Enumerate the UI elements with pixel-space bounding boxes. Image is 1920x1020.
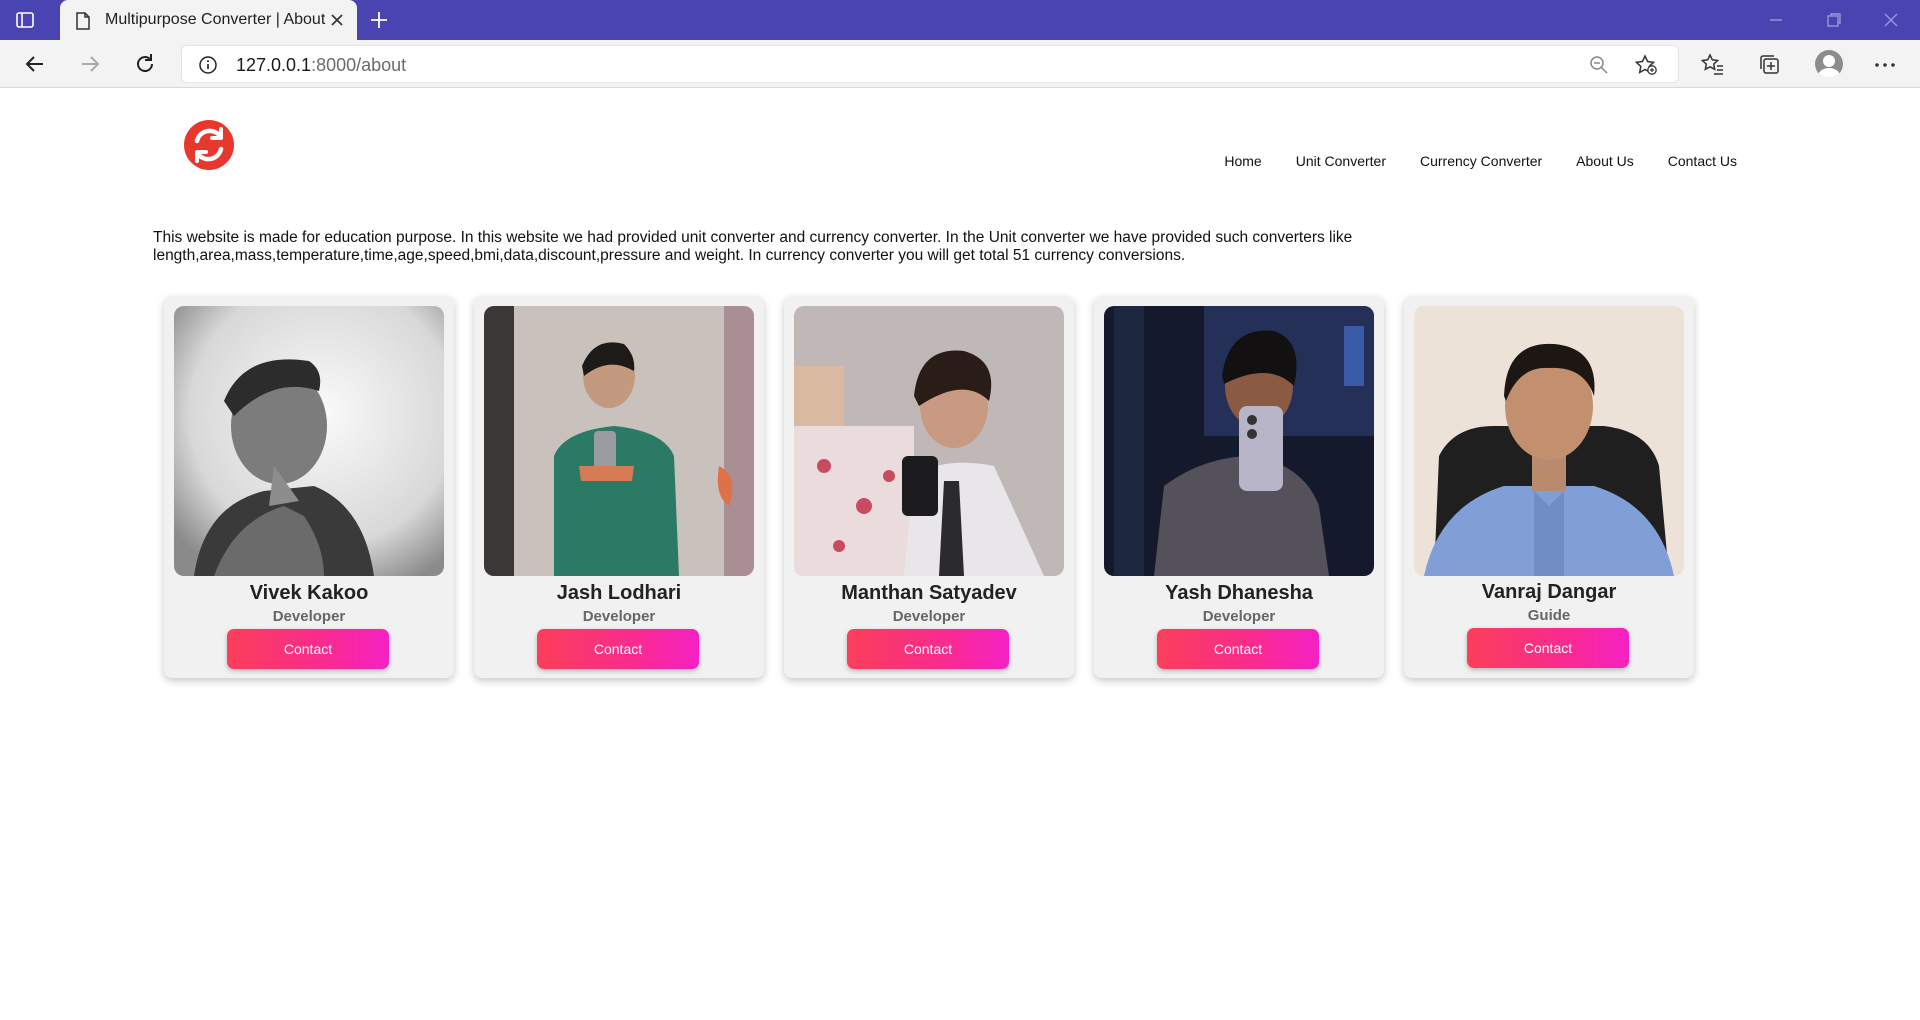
nav-about-us[interactable]: About Us bbox=[1576, 153, 1634, 169]
tab-title: Multipurpose Converter | About bbox=[105, 11, 326, 28]
member-photo bbox=[794, 306, 1064, 576]
member-role: Guide bbox=[1527, 607, 1571, 624]
team-cards: Vivek Kakoo Developer Contact Jash Lodha… bbox=[164, 296, 1694, 678]
member-name: Vanraj Dangar bbox=[1481, 581, 1617, 603]
member-role: Developer bbox=[892, 608, 966, 625]
member-role: Developer bbox=[582, 608, 656, 625]
contact-button[interactable]: Contact bbox=[847, 629, 1009, 669]
profile-avatar-icon[interactable] bbox=[1815, 50, 1843, 78]
close-window-icon[interactable] bbox=[1880, 9, 1902, 31]
browser-tab-active[interactable]: Multipurpose Converter | About bbox=[60, 0, 357, 40]
refresh-icon[interactable] bbox=[131, 50, 159, 78]
site-info-icon[interactable] bbox=[198, 55, 218, 80]
contact-button[interactable]: Contact bbox=[227, 629, 389, 669]
tab-actions-icon[interactable] bbox=[14, 9, 36, 31]
favorites-icon[interactable] bbox=[1700, 52, 1726, 78]
page-icon bbox=[74, 11, 92, 36]
add-favorite-icon[interactable] bbox=[1634, 54, 1658, 81]
page-content: Home Unit Converter Currency Converter A… bbox=[0, 89, 1920, 1020]
team-card: Vivek Kakoo Developer Contact bbox=[164, 296, 454, 678]
address-bar[interactable]: 127.0.0.1:8000/about bbox=[181, 45, 1679, 83]
member-photo bbox=[174, 306, 444, 576]
member-name: Manthan Satyadev bbox=[841, 582, 1017, 604]
url-text[interactable]: 127.0.0.1:8000/about bbox=[236, 55, 406, 76]
tab-close-icon[interactable] bbox=[328, 11, 346, 34]
member-name: Vivek Kakoo bbox=[249, 582, 369, 604]
forward-icon[interactable] bbox=[76, 50, 104, 78]
team-card: Manthan Satyadev Developer Contact bbox=[784, 296, 1074, 678]
team-card: Vanraj Dangar Guide Contact bbox=[1404, 296, 1694, 678]
nav-contact-us[interactable]: Contact Us bbox=[1668, 153, 1737, 169]
url-path: :8000/about bbox=[311, 55, 407, 75]
back-icon[interactable] bbox=[21, 50, 49, 78]
contact-button[interactable]: Contact bbox=[1467, 628, 1629, 668]
member-photo bbox=[1414, 306, 1684, 576]
new-tab-icon[interactable] bbox=[368, 9, 390, 36]
member-role: Developer bbox=[1202, 608, 1276, 625]
team-card: Yash Dhanesha Developer Contact bbox=[1094, 296, 1384, 678]
member-name: Jash Lodhari bbox=[556, 582, 682, 604]
member-role: Developer bbox=[272, 608, 346, 625]
site-logo-icon[interactable] bbox=[183, 119, 235, 171]
nav-currency-converter[interactable]: Currency Converter bbox=[1420, 153, 1542, 169]
browser-toolbar: 127.0.0.1:8000/about bbox=[0, 40, 1920, 88]
nav-unit-converter[interactable]: Unit Converter bbox=[1296, 153, 1386, 169]
member-name: Yash Dhanesha bbox=[1165, 582, 1313, 604]
zoom-out-icon[interactable] bbox=[1588, 54, 1610, 81]
main-nav: Home Unit Converter Currency Converter A… bbox=[1224, 153, 1737, 169]
browser-titlebar: Multipurpose Converter | About bbox=[0, 0, 1920, 40]
restore-icon[interactable] bbox=[1823, 9, 1845, 31]
contact-button[interactable]: Contact bbox=[537, 629, 699, 669]
member-photo bbox=[484, 306, 754, 576]
collections-icon[interactable] bbox=[1757, 52, 1783, 78]
url-host: 127.0.0.1 bbox=[236, 55, 312, 75]
team-card: Jash Lodhari Developer Contact bbox=[474, 296, 764, 678]
nav-home[interactable]: Home bbox=[1224, 153, 1261, 169]
more-options-icon[interactable] bbox=[1872, 52, 1898, 78]
about-description: This website is made for education purpo… bbox=[153, 229, 1353, 264]
contact-button[interactable]: Contact bbox=[1157, 629, 1319, 669]
member-photo bbox=[1104, 306, 1374, 576]
minimize-icon[interactable] bbox=[1765, 9, 1787, 31]
